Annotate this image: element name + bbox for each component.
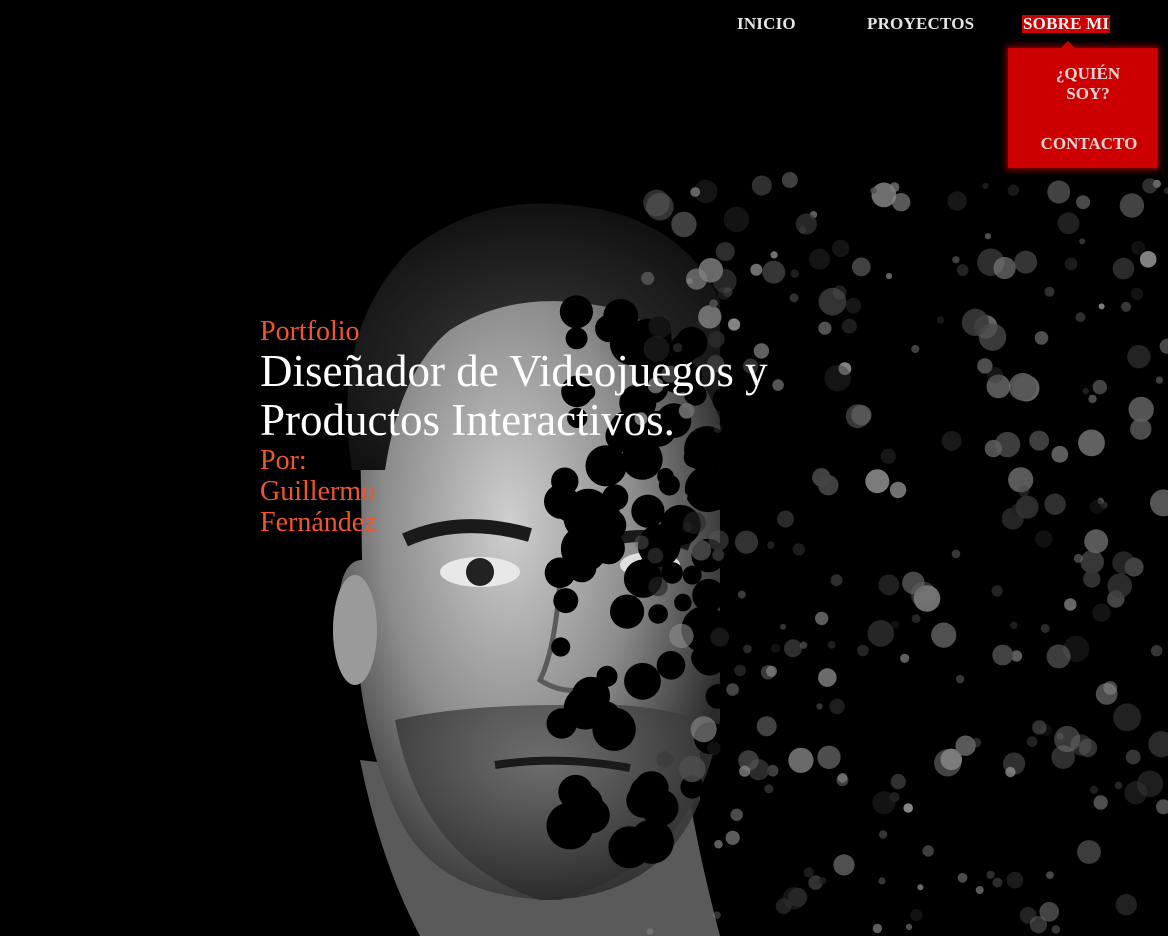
main-navigation: INICIO PROYECTOS SOBRE MI: [0, 14, 1168, 38]
sobre-mi-dropdown-menu: ¿QUIÉN SOY? CONTACTO: [1008, 41, 1157, 168]
nav-inicio-link[interactable]: INICIO: [737, 14, 796, 34]
hero-byline-label: Por:: [260, 445, 307, 476]
nav-sobre-mi-link[interactable]: SOBRE MI: [1022, 15, 1111, 33]
hero-byline-last-name: Fernández: [260, 507, 377, 538]
hero-headline-line-2: Productos Interactivos.: [260, 395, 675, 445]
hero-headline-line-1: Diseñador de Videojuegos y: [260, 346, 768, 396]
hero-eyebrow: Portfolio: [260, 316, 360, 347]
dropdown-item-quien-soy[interactable]: ¿QUIÉN SOY?: [1038, 64, 1138, 104]
hero-intro: Portfolio Diseñador de Videojuegos y Pro…: [260, 316, 860, 538]
dropdown-item-contacto[interactable]: CONTACTO: [1022, 134, 1156, 154]
hero-byline-first-name: Guillermo: [260, 476, 376, 507]
nav-proyectos-link[interactable]: PROYECTOS: [867, 14, 974, 34]
